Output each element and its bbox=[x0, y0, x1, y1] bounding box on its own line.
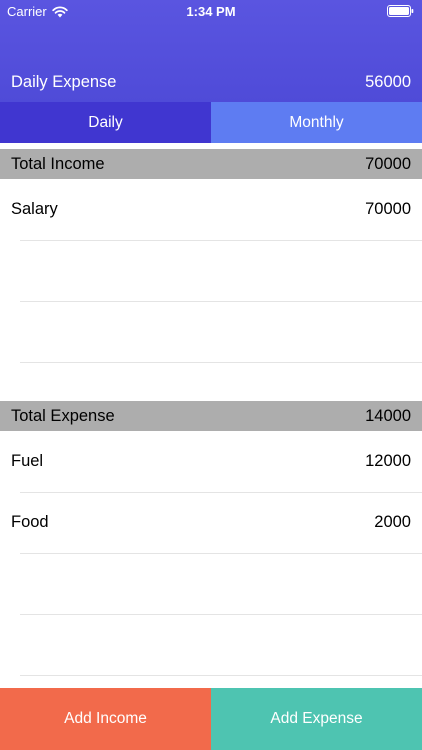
empty-list-row bbox=[0, 241, 422, 302]
expense-header-value: 14000 bbox=[365, 406, 411, 425]
tab-daily[interactable]: Daily bbox=[0, 102, 211, 143]
expense-header-label: Total Expense bbox=[11, 406, 115, 425]
page-title: Daily Expense bbox=[11, 73, 117, 91]
status-bar: Carrier 1:34 PM bbox=[0, 0, 422, 22]
list-item-label: Fuel bbox=[11, 452, 44, 470]
row-divider bbox=[20, 362, 422, 363]
expense-section-header: Total Expense 14000 bbox=[0, 401, 422, 431]
app-header: Carrier 1:34 PM Daily Expense 56000 bbox=[0, 0, 422, 102]
empty-list-row bbox=[0, 302, 422, 363]
list-item-label: Food bbox=[11, 513, 49, 531]
list-item-value: 2000 bbox=[374, 513, 411, 531]
empty-list-row bbox=[0, 554, 422, 615]
battery-icon bbox=[387, 5, 414, 17]
period-tabs: Daily Monthly bbox=[0, 102, 422, 143]
income-header-value: 70000 bbox=[365, 154, 411, 173]
list-item-label: Salary bbox=[11, 200, 58, 218]
list-item[interactable]: Salary 70000 bbox=[0, 179, 422, 240]
add-expense-button[interactable]: Add Expense bbox=[211, 688, 422, 750]
daily-expense-total: 56000 bbox=[365, 73, 411, 91]
add-income-button[interactable]: Add Income bbox=[0, 688, 211, 750]
status-time: 1:34 PM bbox=[186, 4, 236, 19]
empty-list-row bbox=[0, 615, 422, 676]
list-item[interactable]: Food 2000 bbox=[0, 492, 422, 553]
list-item-value: 70000 bbox=[365, 200, 411, 218]
row-divider bbox=[20, 675, 422, 676]
list-item-value: 12000 bbox=[365, 452, 411, 470]
bottom-action-bar: Add Income Add Expense bbox=[0, 688, 422, 750]
list-item[interactable]: Fuel 12000 bbox=[0, 431, 422, 492]
income-section-header: Total Income 70000 bbox=[0, 149, 422, 179]
income-header-label: Total Income bbox=[11, 154, 105, 173]
tab-monthly[interactable]: Monthly bbox=[211, 102, 422, 143]
